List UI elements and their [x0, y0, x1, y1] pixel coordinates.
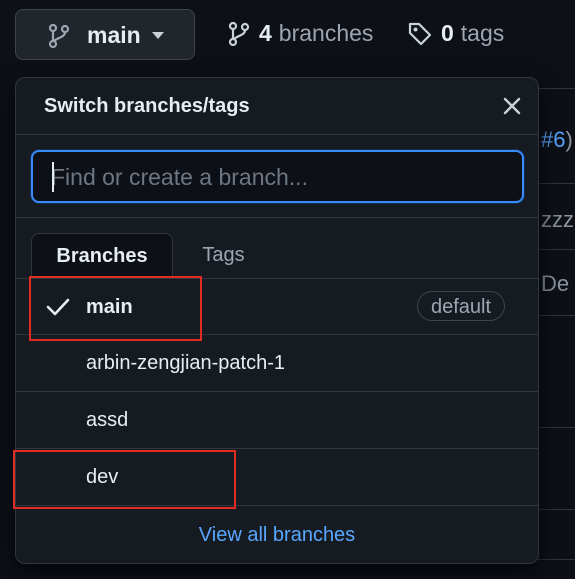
divider	[16, 217, 538, 218]
tags-count-link[interactable]: 0 tags	[407, 20, 504, 47]
issue-ref-link[interactable]: #6	[541, 127, 565, 152]
highlight-box-dev	[13, 450, 236, 509]
text-cursor	[52, 162, 54, 192]
branches-count-link[interactable]: 4 branches	[227, 20, 373, 47]
divider	[16, 134, 538, 135]
git-branch-icon	[48, 23, 70, 49]
current-branch-label: main	[87, 22, 141, 48]
tab-tags[interactable]: Tags	[176, 233, 271, 277]
commit-text: zzz	[541, 207, 574, 232]
tags-count: 0	[441, 20, 454, 46]
branch-selector-button[interactable]: main	[15, 9, 195, 60]
branches-count: 4	[259, 20, 272, 46]
branch-name: assd	[86, 409, 129, 431]
branches-label: branches	[278, 20, 374, 46]
branch-search-input[interactable]	[51, 162, 506, 192]
view-all-branches-link[interactable]: View all branches	[16, 524, 538, 547]
default-badge: default	[417, 291, 506, 321]
description-text: De	[541, 271, 570, 296]
tags-label: tags	[460, 20, 505, 46]
highlight-box-main	[29, 276, 202, 341]
list-item-assd[interactable]: assd	[16, 392, 538, 449]
commit-message: #6)	[541, 127, 573, 152]
caret-down-icon	[152, 32, 164, 39]
tab-branches[interactable]: Branches	[31, 233, 173, 279]
tag-icon	[408, 22, 432, 45]
close-icon[interactable]	[502, 96, 522, 116]
dropdown-title: Switch branches/tags	[44, 95, 250, 117]
branch-search-field[interactable]	[31, 150, 524, 203]
git-branch-icon	[228, 21, 250, 46]
list-item-arbin-zengjian-patch-1[interactable]: arbin-zengjian-patch-1	[16, 335, 538, 392]
branch-name: arbin-zengjian-patch-1	[86, 352, 286, 374]
